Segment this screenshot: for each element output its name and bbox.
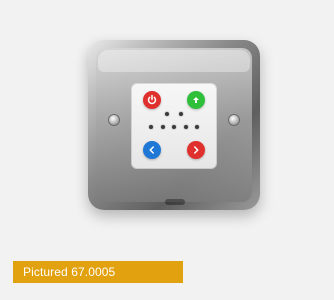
indicator-leds-middle	[149, 125, 199, 131]
indicator-led	[160, 125, 165, 129]
indicator-led	[179, 112, 183, 116]
right-button[interactable]	[187, 141, 205, 159]
left-button[interactable]	[143, 141, 161, 159]
chevron-right-icon	[194, 146, 199, 154]
plate-notch	[165, 199, 185, 205]
up-button[interactable]	[187, 91, 205, 109]
indicator-leds-top	[165, 112, 183, 118]
caption-badge: Pictured 67.0005	[13, 261, 183, 283]
chevron-left-icon	[149, 146, 154, 154]
control-plate	[88, 40, 260, 210]
keypad-panel	[131, 83, 217, 169]
indicator-led	[195, 125, 199, 129]
right-screw-icon	[228, 114, 240, 126]
indicator-led	[149, 125, 153, 129]
power-button[interactable]	[143, 91, 161, 109]
indicator-led	[172, 125, 176, 129]
product-photo	[0, 0, 334, 300]
power-icon	[147, 94, 157, 105]
arrow-up-icon	[193, 97, 199, 103]
indicator-led	[165, 112, 169, 116]
caption-text: Pictured 67.0005	[23, 265, 116, 279]
indicator-led	[183, 125, 188, 129]
left-screw-icon	[108, 114, 120, 126]
